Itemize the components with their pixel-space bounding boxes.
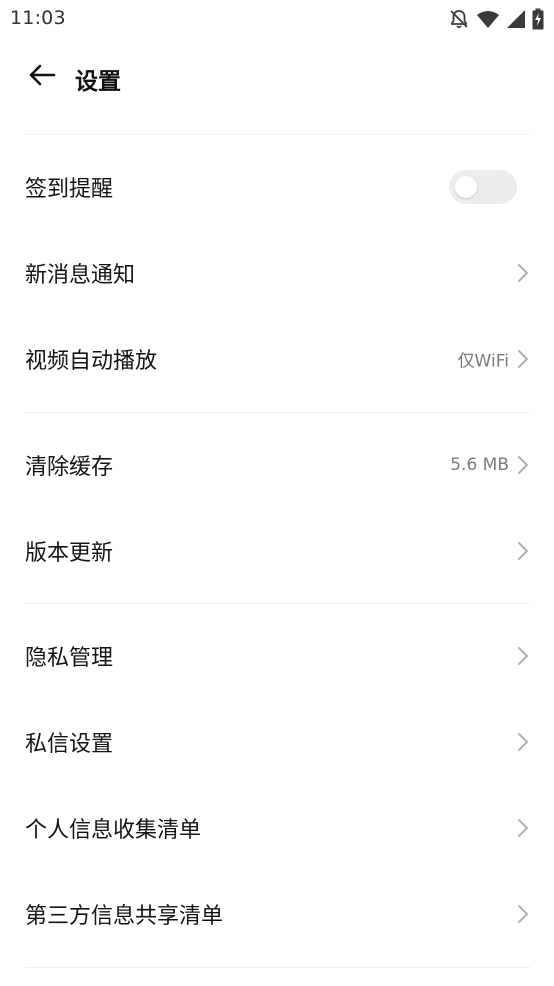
notifications-off-icon — [448, 8, 470, 30]
chevron-right-icon — [518, 456, 528, 474]
wifi-icon — [476, 9, 500, 29]
header: 设置 — [0, 50, 554, 104]
status-bar: 11:03 — [0, 0, 554, 38]
setting-label: 第三方信息共享清单 — [25, 904, 224, 929]
divider — [25, 603, 530, 604]
setting-row-sign-in-reminder: 签到提醒 — [0, 144, 554, 230]
setting-row-clear-cache[interactable]: 清除缓存 5.6 MB — [0, 422, 554, 508]
arrow-left-icon — [27, 63, 57, 91]
setting-value: 5.6 MB — [450, 455, 509, 475]
setting-row-personal-info-list[interactable]: 个人信息收集清单 — [0, 785, 554, 871]
status-time: 11:03 — [10, 7, 66, 29]
cellular-signal-icon — [506, 9, 526, 29]
toggle-knob — [455, 176, 477, 198]
divider — [25, 967, 530, 968]
setting-row-private-message-settings[interactable]: 私信设置 — [0, 699, 554, 785]
setting-row-privacy-management[interactable]: 隐私管理 — [0, 613, 554, 699]
back-button[interactable] — [22, 60, 62, 94]
setting-label: 签到提醒 — [25, 177, 114, 202]
setting-row-new-message-notification[interactable]: 新消息通知 — [0, 230, 554, 316]
setting-row-video-autoplay[interactable]: 视频自动播放 仅WiFi — [0, 316, 554, 402]
setting-row-third-party-sharing-list[interactable]: 第三方信息共享清单 — [0, 871, 554, 957]
status-icons — [448, 8, 544, 30]
chevron-right-icon — [518, 733, 528, 751]
divider — [25, 134, 530, 135]
chevron-right-icon — [518, 542, 528, 560]
chevron-right-icon — [518, 819, 528, 837]
sign-in-reminder-toggle[interactable] — [449, 170, 517, 204]
setting-row-version-update[interactable]: 版本更新 — [0, 508, 554, 594]
setting-label: 清除缓存 — [25, 455, 114, 480]
chevron-right-icon — [518, 350, 528, 368]
setting-label: 个人信息收集清单 — [25, 818, 202, 843]
setting-label: 版本更新 — [25, 541, 114, 566]
battery-charging-icon — [532, 8, 544, 30]
setting-value: 仅WiFi — [457, 351, 509, 372]
setting-label: 隐私管理 — [25, 646, 114, 671]
chevron-right-icon — [518, 905, 528, 923]
chevron-right-icon — [518, 647, 528, 665]
setting-label: 私信设置 — [25, 732, 114, 757]
divider — [25, 412, 530, 413]
page-title: 设置 — [75, 69, 121, 95]
setting-label: 视频自动播放 — [25, 349, 158, 374]
chevron-right-icon — [518, 264, 528, 282]
setting-label: 新消息通知 — [25, 263, 136, 288]
